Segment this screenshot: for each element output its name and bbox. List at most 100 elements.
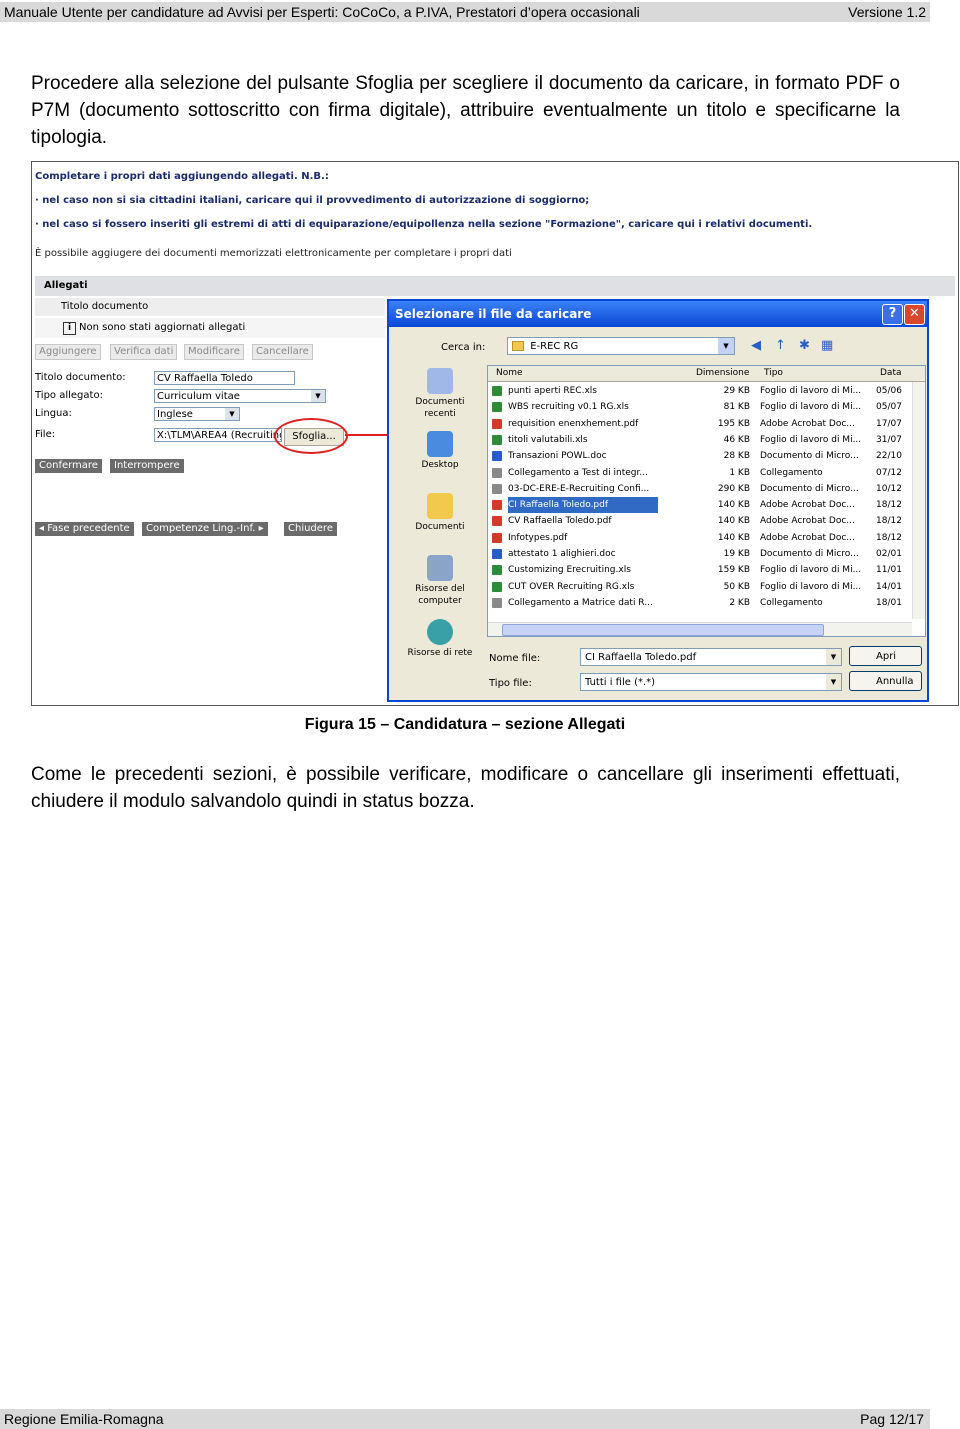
file-type: Collegamento (760, 597, 823, 608)
file-date: 05/06 (876, 386, 902, 396)
new-folder-icon[interactable]: ✱ (799, 339, 810, 353)
file-row[interactable]: Infotypes.pdf 140 KB Adobe Acrobat Doc... 1… (488, 530, 912, 546)
next-phase-button[interactable]: Competenze Ling.-Inf. ▸ (142, 522, 268, 536)
file-date: 31/07 (876, 434, 902, 445)
lookin-label: Cerca in: (441, 342, 486, 353)
file-row[interactable]: attestato 1 alighieri.doc 19 KB Documento … (488, 546, 912, 562)
confirm-button[interactable]: Confermare (35, 459, 102, 473)
file-date: 14/01 (876, 581, 902, 592)
place-network[interactable]: Risorse di rete (401, 619, 479, 659)
file-size: 140 KB (717, 500, 750, 511)
network-icon (427, 619, 453, 645)
horizontal-scrollbar[interactable] (488, 622, 912, 636)
footer-page: Pag 12/17 (860, 1411, 924, 1427)
file-row[interactable]: CUT OVER Recruiting RG.xls 50 KB Foglio di… (488, 579, 912, 595)
file-type: Adobe Acrobat Doc... (760, 500, 855, 511)
open-button[interactable]: Apri (849, 646, 922, 666)
file-name: titoli valutabili.xls (508, 434, 588, 445)
column-type[interactable]: Tipo (764, 366, 783, 381)
file-row[interactable]: WBS recruiting v0.1 RG.xls 81 KB Foglio di… (488, 399, 912, 415)
file-icon (492, 402, 502, 413)
file-name: Collegamento a Matrice dati R... (508, 597, 653, 608)
place-computer[interactable]: Risorse del computer (401, 555, 479, 607)
file-row[interactable]: 03-DC-ERE-E-Recruiting Confi... 290 KB Doc… (488, 481, 912, 497)
file-icon (492, 516, 502, 527)
file-row[interactable]: punti aperti REC.xls 29 KB Foglio di lavor… (488, 383, 912, 399)
figure-caption: Figura 15 – Candidatura – sezione Allega… (304, 716, 626, 733)
up-folder-icon[interactable]: ↑ (775, 339, 786, 353)
place-computer-label: Risorse del computer (415, 584, 465, 606)
filetype-value: Tutti i file (*.*) (585, 677, 656, 688)
cancel-button[interactable]: Annulla (849, 671, 922, 691)
file-type: Documento di Micro... (760, 549, 859, 559)
filetype-label: Tipo file: (489, 678, 532, 689)
delete-button[interactable]: Cancellare (252, 344, 313, 360)
file-icon (492, 434, 502, 445)
outro-paragraph: Come le precedenti sezioni, è possibile … (31, 764, 900, 812)
note-line-1: Completare i propri dati aggiungendo all… (35, 171, 329, 182)
filename-label: Nome file: (489, 653, 541, 664)
computer-icon (427, 555, 453, 581)
file-size: 19 KB (723, 549, 750, 559)
file-row[interactable]: Transazioni POWL.doc 28 KB Documento di Mi… (488, 448, 912, 464)
language-select[interactable]: Inglese ▼ (154, 407, 240, 421)
help-icon[interactable]: ? (882, 304, 903, 325)
file-row[interactable]: requisition enenxhement.pdf 195 KB Adobe A… (488, 416, 912, 432)
place-documents[interactable]: Documenti (401, 493, 479, 533)
prev-phase-button[interactable]: ◂ Fase precedente (35, 522, 134, 536)
column-date[interactable]: Data (880, 366, 902, 381)
column-size[interactable]: Dimensione (696, 366, 749, 381)
folder-icon (512, 341, 524, 351)
file-list: Nome Dimensione Tipo Data punti aperti R… (487, 365, 926, 637)
file-name: 03-DC-ERE-E-Recruiting Confi... (508, 483, 650, 494)
file-type: Adobe Acrobat Doc... (760, 516, 855, 527)
title-input[interactable]: CV Raffaella Toledo (154, 371, 295, 385)
lookin-select[interactable]: E-REC RG ▼ (507, 337, 735, 355)
vertical-scrollbar[interactable] (912, 382, 925, 619)
place-desktop[interactable]: Desktop (401, 431, 479, 471)
filename-input[interactable]: CI Raffaella Toledo.pdf ▼ (580, 648, 842, 666)
file-icon (492, 581, 502, 592)
verify-button[interactable]: Verifica dati (110, 344, 178, 360)
section-title-allegati: Allegati (35, 276, 955, 296)
language-select-value: Inglese (157, 409, 193, 420)
file-size: 159 KB (717, 565, 750, 576)
column-title: Titolo documento (35, 298, 385, 316)
file-name: punti aperti REC.xls (508, 386, 597, 396)
file-type: Foglio di lavoro di Mi... (760, 565, 862, 576)
file-size: 140 KB (717, 516, 750, 527)
file-icon (492, 451, 502, 462)
type-select[interactable]: Curriculum vitae ▼ (154, 389, 326, 403)
view-menu-icon[interactable]: ▦ (821, 339, 833, 353)
column-name[interactable]: Nome (496, 366, 523, 381)
file-date: 02/01 (876, 549, 902, 559)
filetype-select[interactable]: Tutti i file (*.*) ▼ (580, 673, 842, 691)
chevron-down-icon: ▼ (718, 338, 734, 354)
file-size: 195 KB (717, 418, 750, 429)
add-button[interactable]: Aggiungere (35, 344, 101, 360)
close-form-button[interactable]: Chiudere (284, 522, 337, 536)
file-row[interactable]: titoli valutabili.xls 46 KB Foglio di lavo… (488, 432, 912, 448)
file-row[interactable]: Collegamento a Test di integr... 1 KB Coll… (488, 465, 912, 481)
file-size: 29 KB (723, 386, 750, 396)
dialog-title: Selezionare il file da caricare (389, 301, 927, 327)
file-icon (492, 500, 502, 511)
file-row[interactable]: CI Raffaella Toledo.pdf 140 KB Adobe Acrob… (488, 497, 912, 514)
prev-phase-label: Fase precedente (47, 523, 130, 534)
file-type: Foglio di lavoro di Mi... (760, 386, 862, 396)
file-row[interactable]: Customizing Erecruiting.xls 159 KB Foglio … (488, 562, 912, 578)
modify-button[interactable]: Modificare (184, 344, 244, 360)
interrupt-button[interactable]: Interrompere (110, 459, 184, 473)
chevron-down-icon: ▼ (826, 649, 841, 665)
back-icon[interactable]: ◀ (751, 339, 761, 353)
chevron-down-icon: ▼ (225, 408, 239, 420)
file-input[interactable]: X:\TLM\AREA4 (Recruiting (154, 428, 282, 442)
file-row[interactable]: CV Raffaella Toledo.pdf 140 KB Adobe Acrob… (488, 513, 912, 529)
file-date: 22/10 (876, 451, 902, 462)
scroll-thumb[interactable] (502, 624, 824, 636)
place-recent[interactable]: Documenti recenti (401, 368, 479, 420)
close-icon[interactable]: ✕ (904, 304, 925, 325)
file-name: attestato 1 alighieri.doc (508, 549, 616, 559)
file-row[interactable]: Collegamento a Matrice dati R... 2 KB Coll… (488, 595, 912, 611)
file-type: Documento di Micro... (760, 451, 859, 462)
